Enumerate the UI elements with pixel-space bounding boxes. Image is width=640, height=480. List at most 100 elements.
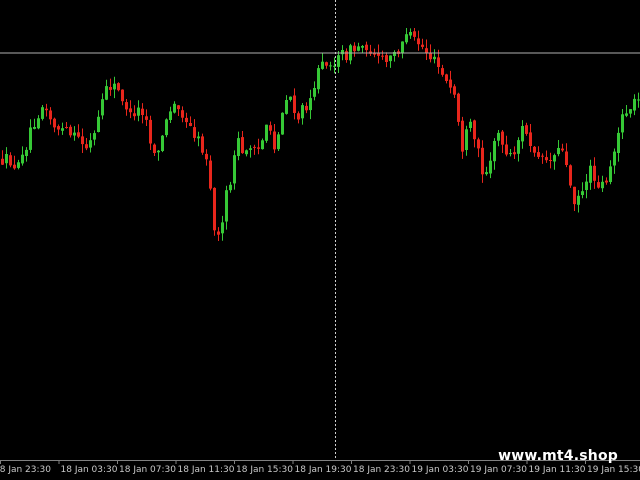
candle-body [629, 109, 632, 114]
candle-body [105, 86, 108, 100]
candle-body [353, 45, 356, 52]
candle-body [125, 102, 128, 110]
candle-body [129, 108, 132, 113]
candle-body [481, 147, 484, 175]
candle-body [357, 46, 360, 51]
time-axis-label: 18 Jan 19:30 [295, 465, 352, 475]
candle-body [113, 83, 116, 90]
candle-body [457, 93, 460, 122]
candle-body [165, 119, 168, 136]
candle-body [493, 141, 496, 162]
candle-body [365, 44, 368, 51]
candle-body [545, 157, 548, 161]
candle-body [261, 140, 264, 150]
candle-body [445, 74, 448, 81]
candle-body [285, 100, 288, 114]
candle-body [325, 62, 328, 66]
candle [265, 124, 268, 143]
candle-body [381, 55, 384, 57]
candle-body [429, 53, 432, 60]
candle-body [141, 108, 144, 115]
candle-body [601, 181, 604, 189]
candle-body [289, 96, 292, 100]
candle-body [257, 147, 260, 149]
candle-body [1, 158, 4, 165]
candle-body [189, 123, 192, 126]
candle-body [449, 79, 452, 88]
candle-body [517, 140, 520, 154]
candle-body [149, 119, 152, 144]
time-axis-label: 18 Jan 03:30 [61, 465, 118, 475]
candle-body [173, 103, 176, 113]
candle-body [529, 132, 532, 146]
candle-body [233, 155, 236, 184]
candle-body [329, 65, 332, 67]
candle-body [469, 121, 472, 128]
candle-body [269, 125, 272, 131]
candle-body [437, 57, 440, 67]
candle-body [241, 137, 244, 154]
candle-body [53, 118, 56, 128]
candle-body [541, 155, 544, 157]
candle-body [309, 98, 312, 111]
candle-body [305, 105, 308, 111]
candle-body [213, 187, 216, 231]
candle-body [577, 195, 580, 205]
candle [201, 133, 204, 155]
candle-body [73, 132, 76, 136]
candle-body [69, 126, 72, 136]
candle [277, 132, 280, 151]
candlestick-chart[interactable]: 18 Jan 23:3018 Jan 03:3018 Jan 07:3018 J… [0, 0, 640, 480]
candle-body [77, 132, 80, 137]
candle-body [617, 132, 620, 153]
candle-body [253, 146, 256, 148]
candle-body [41, 107, 44, 119]
candle-body [177, 105, 180, 110]
candle-body [89, 140, 92, 148]
candle-body [633, 98, 636, 111]
candle-body [513, 152, 516, 155]
time-axis-label: 19 Jan 11:30 [529, 465, 586, 475]
candle-body [5, 154, 8, 164]
candle-body [425, 48, 428, 53]
candle-body [377, 53, 380, 56]
candle-body [17, 162, 20, 168]
candle-body [613, 151, 616, 166]
candle-body [413, 31, 416, 37]
candle-body [485, 172, 488, 175]
candle-body [97, 116, 100, 132]
candle-body [573, 186, 576, 205]
candle-body [9, 155, 12, 166]
candle-body [101, 99, 104, 116]
candle-body [221, 222, 224, 234]
candle-body [557, 148, 560, 155]
candle-body [57, 126, 60, 130]
candle-body [561, 148, 564, 151]
candle-body [117, 83, 120, 91]
chart-canvas: 18 Jan 23:3018 Jan 03:3018 Jan 07:3018 J… [0, 0, 640, 480]
candle-body [49, 110, 52, 120]
candle-body [465, 129, 468, 150]
candle-body [197, 136, 200, 139]
candle-body [505, 144, 508, 155]
candle-body [389, 55, 392, 62]
candle-body [421, 44, 424, 47]
candle-body [145, 116, 148, 120]
candle-body [205, 153, 208, 160]
candle-body [341, 50, 344, 55]
time-axis-label: 18 Jan 15:30 [236, 465, 293, 475]
candle-body [625, 113, 628, 116]
candle-body [209, 160, 212, 189]
candle-body [61, 128, 64, 131]
candle-body [153, 144, 156, 153]
candle [213, 187, 216, 236]
candle-body [29, 127, 32, 150]
candle-body [477, 139, 480, 149]
candle-body [321, 61, 324, 69]
candle-body [161, 135, 164, 151]
candle-body [45, 108, 48, 111]
candle [161, 135, 164, 153]
time-axis-label: 19 Jan 03:30 [412, 465, 469, 475]
candle-body [521, 126, 524, 142]
candle-body [33, 127, 36, 129]
